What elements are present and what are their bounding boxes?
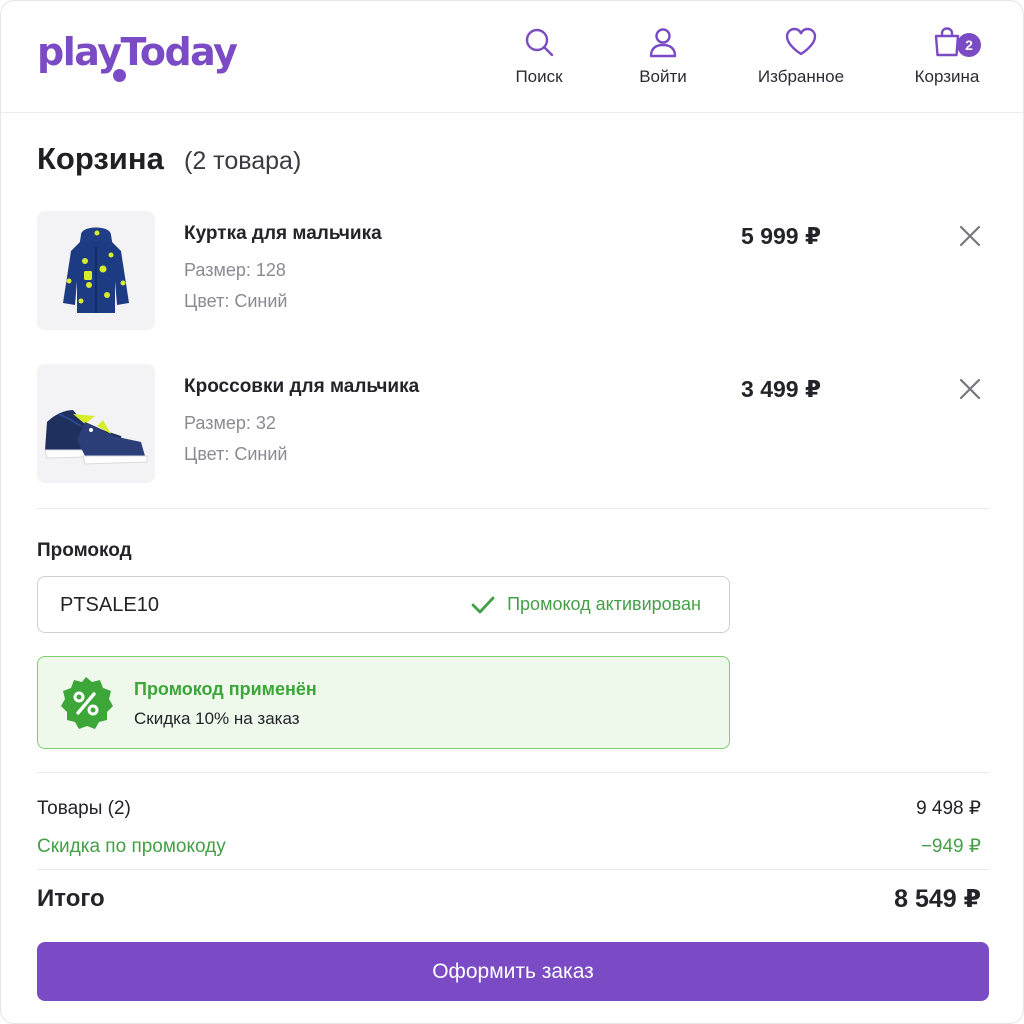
promo-status: Промокод активирован	[471, 594, 701, 615]
item-color: Цвет: Синий	[184, 291, 288, 311]
nav-favorites-label: Избранное	[757, 67, 845, 86]
promo-applied-notice: Промокод применён Скидка 10% на заказ	[37, 656, 730, 749]
summary-goods-label: Товары (2)	[37, 797, 131, 819]
summary-goods-value: 9 498 ₽	[916, 798, 981, 819]
product-image-jacket[interactable]	[37, 211, 155, 330]
checkout-button[interactable]: Оформить заказ	[37, 942, 989, 1001]
product-image-sneakers[interactable]	[37, 364, 155, 483]
divider	[37, 772, 989, 773]
divider	[37, 869, 989, 870]
page-title: Корзина	[37, 141, 164, 176]
item-color: Цвет: Синий	[184, 444, 288, 464]
promo-label: Промокод	[37, 540, 132, 561]
promo-code-field[interactable]: Промокод активирован	[37, 576, 730, 633]
logo-dot	[113, 69, 126, 82]
nav-login-label: Войти	[639, 67, 687, 86]
check-icon	[471, 596, 495, 613]
remove-item-button[interactable]	[957, 223, 983, 249]
percent-badge-icon	[58, 675, 114, 731]
cart-page: playToday Поиск Войти Избранное 2 Корзин…	[0, 0, 1024, 1024]
close-icon	[959, 378, 981, 400]
item-size: Размер: 32	[184, 413, 276, 433]
divider	[37, 508, 989, 509]
cart-item-count: (2 товара)	[184, 147, 302, 175]
close-icon	[959, 225, 981, 247]
promo-code-input[interactable]	[60, 591, 440, 619]
nav-favorites[interactable]: Избранное	[745, 25, 857, 87]
cart-item: Кроссовки для мальчика Размер: 32 Цвет: …	[37, 364, 989, 484]
summary-discount-label: Скидка по промокоду	[37, 835, 226, 857]
logo[interactable]: playToday	[37, 29, 238, 75]
summary-total-row: Итого 8 549 ₽	[37, 884, 981, 914]
nav-search-label: Поиск	[515, 67, 563, 86]
summary-discount-row: Скидка по промокоду −949 ₽	[37, 835, 981, 858]
site-header: playToday Поиск Войти Избранное 2 Корзин…	[1, 1, 1023, 113]
heart-icon	[784, 25, 818, 59]
nav-login[interactable]: Войти	[625, 25, 701, 87]
item-size: Размер: 128	[184, 260, 286, 280]
remove-item-button[interactable]	[957, 376, 983, 402]
promo-applied-text: Скидка 10% на заказ	[134, 709, 300, 728]
user-icon	[646, 25, 680, 59]
cart-item: Куртка для мальчика Размер: 128 Цвет: Си…	[37, 211, 989, 331]
promo-status-text: Промокод активирован	[507, 594, 701, 614]
nav-cart[interactable]: 2 Корзина	[903, 25, 991, 87]
summary-goods-row: Товары (2) 9 498 ₽	[37, 797, 981, 820]
item-name[interactable]: Куртка для мальчика	[184, 223, 382, 245]
item-price: 3 499 ₽	[741, 376, 821, 402]
summary-discount-value: −949 ₽	[920, 836, 981, 857]
nav-search[interactable]: Поиск	[501, 25, 577, 87]
cart-count-badge: 2	[957, 33, 981, 57]
summary-total-label: Итого	[37, 885, 105, 912]
search-icon	[522, 25, 556, 59]
item-name[interactable]: Кроссовки для мальчика	[184, 376, 419, 398]
nav-cart-label: Корзина	[914, 67, 980, 86]
summary-total-value: 8 549 ₽	[894, 885, 981, 913]
promo-applied-title: Промокод применён	[134, 679, 317, 699]
item-price: 5 999 ₽	[741, 223, 821, 249]
